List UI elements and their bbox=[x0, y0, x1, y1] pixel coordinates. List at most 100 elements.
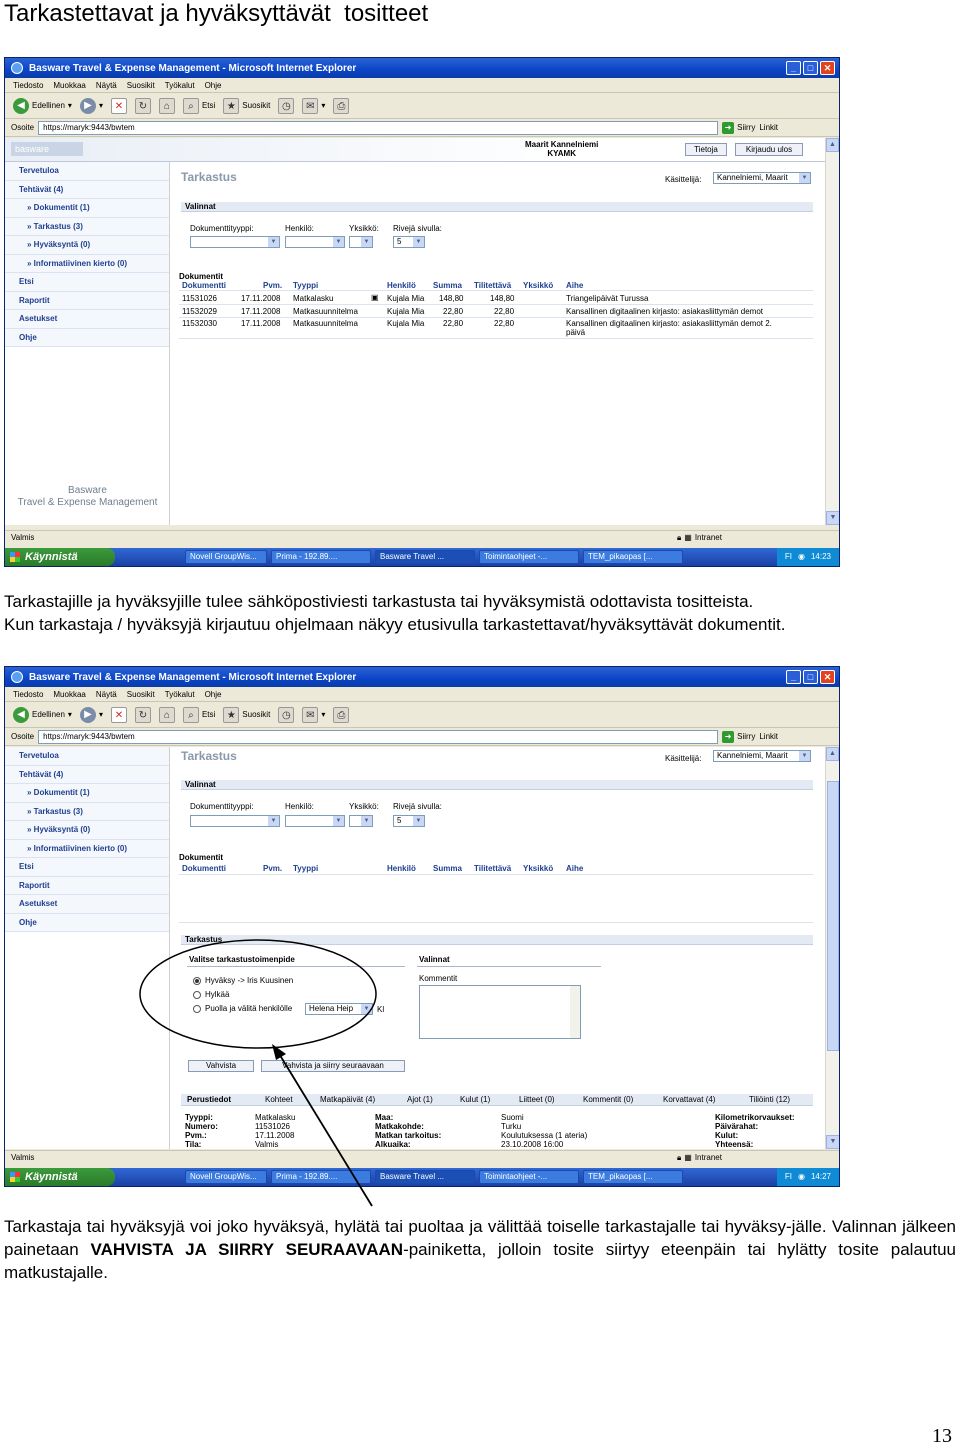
sidebar-item[interactable]: Ohje bbox=[5, 913, 169, 932]
sidebar-item[interactable]: » Hyväksyntä (0) bbox=[5, 236, 169, 255]
logout-button[interactable]: Kirjaudu ulos bbox=[735, 143, 803, 156]
col-person[interactable]: Henkilö bbox=[387, 864, 416, 873]
info-button[interactable]: Tietoja bbox=[685, 143, 727, 156]
col-date[interactable]: Pvm. bbox=[263, 281, 282, 290]
vertical-scrollbar[interactable]: ▲ ▼ bbox=[825, 138, 839, 525]
tab-costs[interactable]: Kulut (1) bbox=[460, 1095, 490, 1104]
menu-tools[interactable]: Työkalut bbox=[165, 81, 195, 90]
sidebar-item[interactable]: Tervetuloa bbox=[5, 747, 169, 766]
sidebar-item[interactable]: Ohje bbox=[5, 328, 169, 347]
sidebar-item[interactable]: » Dokumentit (1) bbox=[5, 199, 169, 218]
forward-button[interactable]: ▶ ▾ bbox=[79, 97, 103, 114]
sidebar-item[interactable]: Etsi bbox=[5, 858, 169, 877]
forward-button[interactable]: ▶ ▾ bbox=[79, 706, 103, 723]
approve-radio[interactable]: Hyväksy -> Iris Kuusinen bbox=[193, 976, 293, 985]
refresh-button[interactable]: ↻ bbox=[134, 97, 151, 114]
sidebar-item[interactable]: » Dokumentit (1) bbox=[5, 784, 169, 803]
mail-button[interactable]: ✉ ▾ bbox=[302, 97, 325, 114]
sidebar-item[interactable]: Asetukset bbox=[5, 310, 169, 329]
sidebar-item[interactable]: » Tarkastus (3) bbox=[5, 802, 169, 821]
task-prima[interactable]: Prima - 192.89.... bbox=[271, 1170, 371, 1184]
rows-select[interactable]: 5 ▼ bbox=[393, 236, 425, 248]
table-cell[interactable]: 11532030 bbox=[182, 319, 217, 328]
sidebar-item[interactable]: » Informatiivinen kierto (0) bbox=[5, 254, 169, 273]
task-basware[interactable]: Basware Travel ... bbox=[375, 1170, 475, 1184]
maximize-icon[interactable]: □ bbox=[803, 61, 818, 75]
table-cell[interactable]: 11531026 bbox=[182, 294, 217, 303]
doctype-select[interactable]: ▼ bbox=[190, 236, 280, 248]
task-tem[interactable]: TEM_pikaopas [... bbox=[583, 550, 683, 564]
favorites-button[interactable]: ★ Suosikit bbox=[223, 97, 270, 114]
col-unit[interactable]: Yksikkö bbox=[523, 864, 553, 873]
go-button[interactable]: ➜ Siirry bbox=[722, 730, 755, 743]
col-subject[interactable]: Aihe bbox=[566, 281, 583, 290]
textarea-scrollbar[interactable] bbox=[570, 986, 580, 1038]
task-novell[interactable]: Novell GroupWis... bbox=[185, 550, 267, 564]
task-basware[interactable]: Basware Travel ... bbox=[375, 550, 475, 564]
col-type[interactable]: Tyyppi bbox=[293, 864, 318, 873]
table-cell[interactable]: 11532029 bbox=[182, 307, 217, 316]
tab-comments[interactable]: Kommentit (0) bbox=[583, 1095, 633, 1104]
confirm-button[interactable]: Vahvista bbox=[188, 1060, 254, 1072]
sidebar-item[interactable]: Etsi bbox=[5, 273, 169, 292]
mail-button[interactable]: ✉ ▾ bbox=[302, 706, 325, 723]
links-label[interactable]: Linkit bbox=[759, 123, 778, 132]
search-button[interactable]: ⌕ Etsi bbox=[182, 97, 215, 114]
history-button[interactable]: ◷ bbox=[278, 706, 295, 723]
doctype-select[interactable]: ▼ bbox=[190, 815, 280, 827]
col-payable[interactable]: Tilitettävä bbox=[474, 281, 511, 290]
menu-help[interactable]: Ohje bbox=[205, 81, 222, 90]
scroll-thumb[interactable] bbox=[827, 781, 839, 1051]
handler-select[interactable]: Kannelniemi, Maarit ▼ bbox=[713, 750, 811, 762]
col-sum[interactable]: Summa bbox=[433, 864, 462, 873]
stop-button[interactable]: ✕ bbox=[110, 97, 127, 114]
favorites-button[interactable]: ★ Suosikit bbox=[223, 706, 270, 723]
maximize-icon[interactable]: □ bbox=[803, 670, 818, 684]
start-button[interactable]: Käynnistä bbox=[5, 548, 115, 566]
sidebar-item[interactable]: Tehtävät (4) bbox=[5, 180, 169, 199]
menu-edit[interactable]: Muokkaa bbox=[53, 81, 85, 90]
col-date[interactable]: Pvm. bbox=[263, 864, 282, 873]
print-button[interactable]: ⎙ bbox=[333, 97, 350, 114]
back-button[interactable]: ◀ Edellinen ▾ bbox=[13, 706, 72, 723]
links-label[interactable]: Linkit bbox=[759, 732, 778, 741]
task-tem[interactable]: TEM_pikaopas [... bbox=[583, 1170, 683, 1184]
col-type[interactable]: Tyyppi bbox=[293, 281, 318, 290]
menu-view[interactable]: Näytä bbox=[96, 690, 117, 699]
menu-file[interactable]: Tiedosto bbox=[13, 690, 43, 699]
unit-select[interactable]: ▼ bbox=[349, 236, 373, 248]
person-select[interactable]: ▼ bbox=[285, 236, 345, 248]
search-button[interactable]: ⌕ Etsi bbox=[182, 706, 215, 723]
start-button[interactable]: Käynnistä bbox=[5, 1168, 115, 1186]
tab-travel-days[interactable]: Matkapäivät (4) bbox=[320, 1095, 375, 1104]
history-button[interactable]: ◷ bbox=[278, 97, 295, 114]
stop-button[interactable]: ✕ bbox=[110, 706, 127, 723]
sidebar-item[interactable]: » Hyväksyntä (0) bbox=[5, 821, 169, 840]
minimize-icon[interactable]: _ bbox=[786, 61, 801, 75]
confirm-next-button[interactable]: Vahvista ja siirry seuraavaan bbox=[261, 1060, 405, 1072]
go-button[interactable]: ➜ Siirry bbox=[722, 121, 755, 134]
menu-favorites[interactable]: Suosikit bbox=[127, 81, 155, 90]
col-person[interactable]: Henkilö bbox=[387, 281, 416, 290]
col-document[interactable]: Dokumentti bbox=[182, 864, 226, 873]
menu-edit[interactable]: Muokkaa bbox=[53, 690, 85, 699]
col-subject[interactable]: Aihe bbox=[566, 864, 583, 873]
task-toimintaohjeet[interactable]: Toimintaohjeet -... bbox=[479, 550, 579, 564]
tab-basic[interactable]: Perustiedot bbox=[187, 1095, 231, 1104]
menu-file[interactable]: Tiedosto bbox=[13, 81, 43, 90]
sidebar-item[interactable]: Asetukset bbox=[5, 895, 169, 914]
sidebar-item[interactable]: Tervetuloa bbox=[5, 162, 169, 181]
back-button[interactable]: ◀ Edellinen ▾ bbox=[13, 97, 72, 114]
tab-drives[interactable]: Ajot (1) bbox=[407, 1095, 433, 1104]
tab-accounting[interactable]: Tiliöinti (12) bbox=[749, 1095, 790, 1104]
vertical-scrollbar[interactable]: ▲ ▼ bbox=[825, 747, 839, 1149]
task-prima[interactable]: Prima - 192.89.... bbox=[271, 550, 371, 564]
address-input[interactable]: https://maryk:9443/bwtem bbox=[38, 120, 719, 135]
handler-select[interactable]: Kannelniemi, Maarit ▼ bbox=[713, 172, 811, 184]
close-icon[interactable]: ✕ bbox=[820, 670, 835, 684]
close-icon[interactable]: ✕ bbox=[820, 61, 835, 75]
menu-tools[interactable]: Työkalut bbox=[165, 690, 195, 699]
forward-radio[interactable]: Puolla ja välitä henkilölle bbox=[193, 1004, 292, 1013]
sidebar-item[interactable]: » Informatiivinen kierto (0) bbox=[5, 839, 169, 858]
print-button[interactable]: ⎙ bbox=[333, 706, 350, 723]
